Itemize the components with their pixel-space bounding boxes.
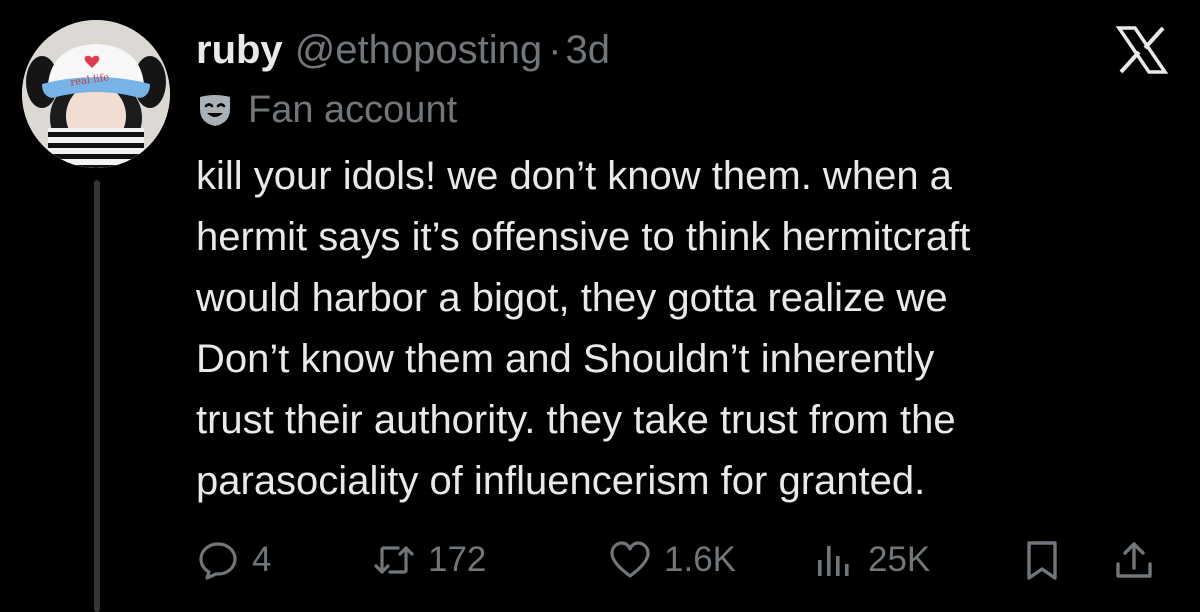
author-handle[interactable]: @ethoposting bbox=[295, 28, 542, 73]
tweet-line: parasociality of influencerism for grant… bbox=[196, 459, 926, 503]
author-name[interactable]: ruby bbox=[196, 28, 283, 73]
tweet-line: Don’t know them and Shouldn’t inherently bbox=[196, 337, 935, 381]
affiliation-badge: Fan account bbox=[196, 84, 457, 136]
reply-button[interactable]: 4 bbox=[196, 530, 271, 590]
post-header: ruby @ethoposting · 3d bbox=[196, 22, 610, 78]
view-count: 25K bbox=[868, 540, 931, 579]
reply-icon bbox=[196, 538, 240, 582]
share-icon bbox=[1112, 538, 1156, 582]
x-logo-icon bbox=[1115, 26, 1169, 74]
reply-count: 4 bbox=[252, 540, 272, 579]
tweet-line: trust their authority. they take trust f… bbox=[196, 398, 956, 442]
bookmark-icon bbox=[1020, 538, 1064, 582]
avatar[interactable]: real life bbox=[22, 20, 170, 168]
analytics-icon bbox=[812, 538, 856, 582]
repost-icon bbox=[372, 538, 416, 582]
header-separator: · bbox=[548, 27, 562, 72]
heart-icon bbox=[608, 538, 652, 582]
close-button[interactable] bbox=[1110, 18, 1174, 82]
repost-button[interactable]: 172 bbox=[372, 530, 486, 590]
action-bar: 4 172 1.6K 25K bbox=[196, 530, 1176, 590]
like-button[interactable]: 1.6K bbox=[608, 530, 736, 590]
thread-line bbox=[94, 180, 100, 612]
badge-label: Fan account bbox=[248, 88, 458, 131]
post: real life ruby @ethoposting · 3d Fan acc… bbox=[0, 0, 1200, 612]
post-time[interactable]: 3d bbox=[565, 28, 610, 73]
share-button[interactable] bbox=[1112, 530, 1156, 590]
mask-icon bbox=[196, 91, 234, 129]
tweet-line: hermit says it’s offensive to think herm… bbox=[196, 215, 971, 259]
views-button[interactable]: 25K bbox=[812, 530, 930, 590]
tweet-text: kill your idols! we don’t know them. whe… bbox=[196, 146, 1176, 512]
like-count: 1.6K bbox=[664, 540, 736, 579]
tweet-line: would harbor a bigot, they gotta realize… bbox=[196, 276, 948, 320]
bookmark-button[interactable] bbox=[1020, 530, 1064, 590]
profile-photo: real life bbox=[22, 20, 170, 168]
repost-count: 172 bbox=[428, 540, 487, 579]
tweet-line: kill your idols! we don’t know them. whe… bbox=[196, 154, 952, 198]
